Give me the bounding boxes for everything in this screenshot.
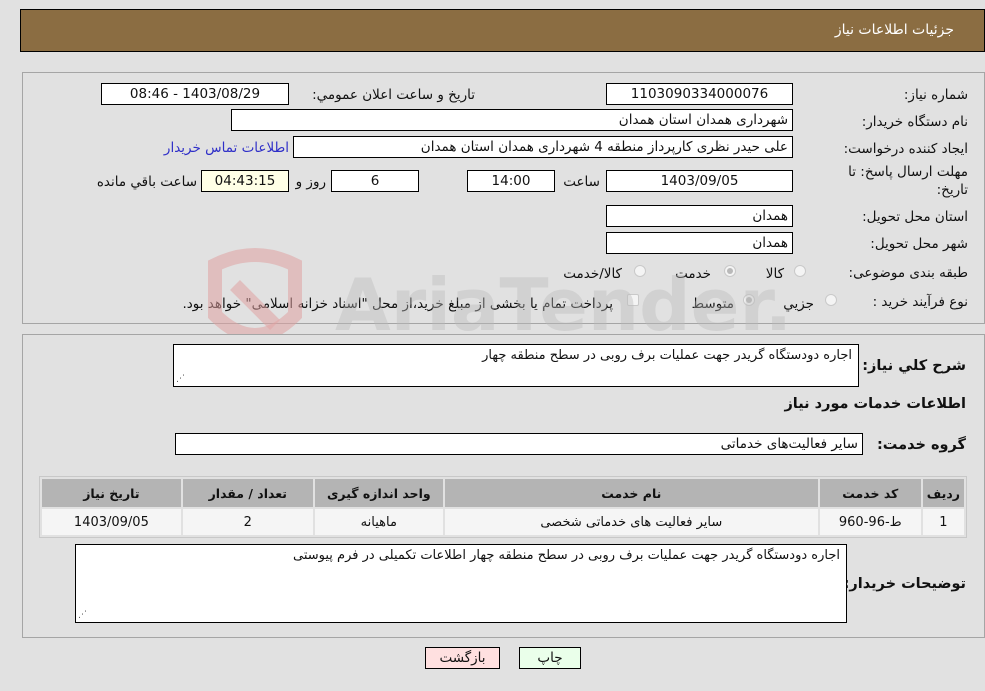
category-option-service: خدمت bbox=[675, 266, 711, 282]
buyer-org-field: شهرداری همدان استان همدان bbox=[231, 109, 793, 131]
delivery-city-label: شهر محل تحویل: bbox=[870, 236, 968, 252]
announce-datetime-field: 1403/08/29 - 08:46 bbox=[101, 83, 289, 105]
cell-need-date: 1403/09/05 bbox=[42, 509, 181, 535]
cell-quantity: 2 bbox=[182, 509, 313, 535]
deadline-label: مهلت ارسال پاسخ: تا bbox=[848, 164, 968, 180]
col-row-number: رديف bbox=[922, 479, 964, 507]
services-section-title: اطلاعات خدمات مورد نياز bbox=[784, 396, 966, 412]
category-radio-service[interactable] bbox=[724, 265, 736, 277]
services-table: رديف کد خدمت نام خدمت واحد اندازه گيری ت… bbox=[39, 476, 967, 538]
requester-label: ایجاد کننده درخواست: bbox=[843, 141, 968, 157]
col-unit: واحد اندازه گيری bbox=[314, 479, 443, 507]
buyer-notes-label: توضيحات خريدار: bbox=[843, 576, 966, 592]
purchase-option-medium: متوسط bbox=[691, 296, 734, 312]
announce-datetime-label: تاریخ و ساعت اعلان عمومي: bbox=[312, 87, 475, 103]
cell-service-code: ط-96-960 bbox=[819, 509, 921, 535]
purchase-option-minor: جزيي bbox=[783, 296, 814, 312]
category-radio-goods-service[interactable] bbox=[634, 265, 646, 277]
print-button[interactable]: چاپ bbox=[519, 647, 581, 669]
category-option-goods-service: کالا/خدمت bbox=[563, 266, 622, 282]
back-button[interactable]: بازگشت bbox=[425, 647, 500, 669]
service-group-label: گروه خدمت: bbox=[876, 437, 966, 453]
remaining-days-field: 6 bbox=[331, 170, 419, 192]
services-table-wrap: رديف کد خدمت نام خدمت واحد اندازه گيری ت… bbox=[39, 476, 967, 538]
cell-unit: ماهیانه bbox=[314, 509, 443, 535]
purchase-type-label: نوع فرآیند خرید : bbox=[872, 294, 968, 310]
treasury-checkbox[interactable] bbox=[627, 294, 639, 306]
deadline-date-field: 1403/09/05 bbox=[606, 170, 793, 192]
deadline-label-date: تاریخ: bbox=[936, 182, 968, 198]
buyer-notes-text: اجاره دودستگاه گریدر جهت عملیات برف روبی… bbox=[293, 548, 840, 563]
table-header-row: رديف کد خدمت نام خدمت واحد اندازه گيری ت… bbox=[42, 479, 964, 507]
category-radio-goods[interactable] bbox=[794, 265, 806, 277]
table-row: 1 ط-96-960 سایر فعالیت های خدماتی شخصی م… bbox=[42, 509, 964, 535]
col-quantity: تعداد / مقدار bbox=[182, 479, 313, 507]
deadline-time-label: ساعت bbox=[563, 174, 600, 190]
deadline-time-field: 14:00 bbox=[467, 170, 555, 192]
days-label: روز و bbox=[295, 174, 326, 190]
cell-row-number: 1 bbox=[922, 509, 964, 535]
page-title: جزئیات اطلاعات نیاز bbox=[834, 22, 954, 38]
buyer-notes-textarea[interactable]: اجاره دودستگاه گریدر جهت عملیات برف روبی… bbox=[75, 544, 847, 623]
need-number-label: شماره نیاز: bbox=[903, 87, 968, 103]
treasury-note: پرداخت تمام یا بخشی از مبلغ خرید،از محل … bbox=[182, 296, 613, 312]
page-header: جزئیات اطلاعات نیاز bbox=[20, 9, 985, 52]
service-group-field: سایر فعالیت‌های خدماتی bbox=[175, 433, 863, 455]
category-label: طبقه بندی موضوعی: bbox=[848, 265, 968, 281]
col-need-date: تاريخ نياز bbox=[42, 479, 181, 507]
purchase-radio-medium[interactable] bbox=[743, 294, 755, 306]
cell-service-name: سایر فعالیت های خدماتی شخصی bbox=[444, 509, 818, 535]
delivery-province-field: همدان bbox=[606, 205, 793, 227]
buyer-org-label: نام دستگاه خريدار: bbox=[861, 114, 968, 130]
col-service-code: کد خدمت bbox=[819, 479, 921, 507]
remaining-time-field: 04:43:15 bbox=[201, 170, 289, 192]
purchase-radio-minor[interactable] bbox=[825, 294, 837, 306]
delivery-city-field: همدان bbox=[606, 232, 793, 254]
col-service-name: نام خدمت bbox=[444, 479, 818, 507]
general-desc-text: اجاره دودستگاه گریدر جهت عملیات برف روبی… bbox=[482, 348, 852, 363]
category-option-goods: کالا bbox=[765, 266, 784, 282]
requester-field: علی حیدر نظری کارپرداز منطقه 4 شهرداری ه… bbox=[293, 136, 793, 158]
general-desc-textarea[interactable]: اجاره دودستگاه گریدر جهت عملیات برف روبی… bbox=[173, 344, 859, 387]
remaining-label: ساعت باقي مانده bbox=[96, 174, 197, 190]
resize-grip-icon[interactable]: ⋱ bbox=[78, 610, 87, 620]
delivery-province-label: استان محل تحویل: bbox=[862, 209, 968, 225]
general-desc-label: شرح کلي نياز: bbox=[862, 358, 966, 374]
need-number-field: 1103090334000076 bbox=[606, 83, 793, 105]
resize-grip-icon[interactable]: ⋱ bbox=[176, 374, 185, 384]
buyer-contact-link[interactable]: اطلاعات تماس خريدار bbox=[164, 140, 289, 156]
